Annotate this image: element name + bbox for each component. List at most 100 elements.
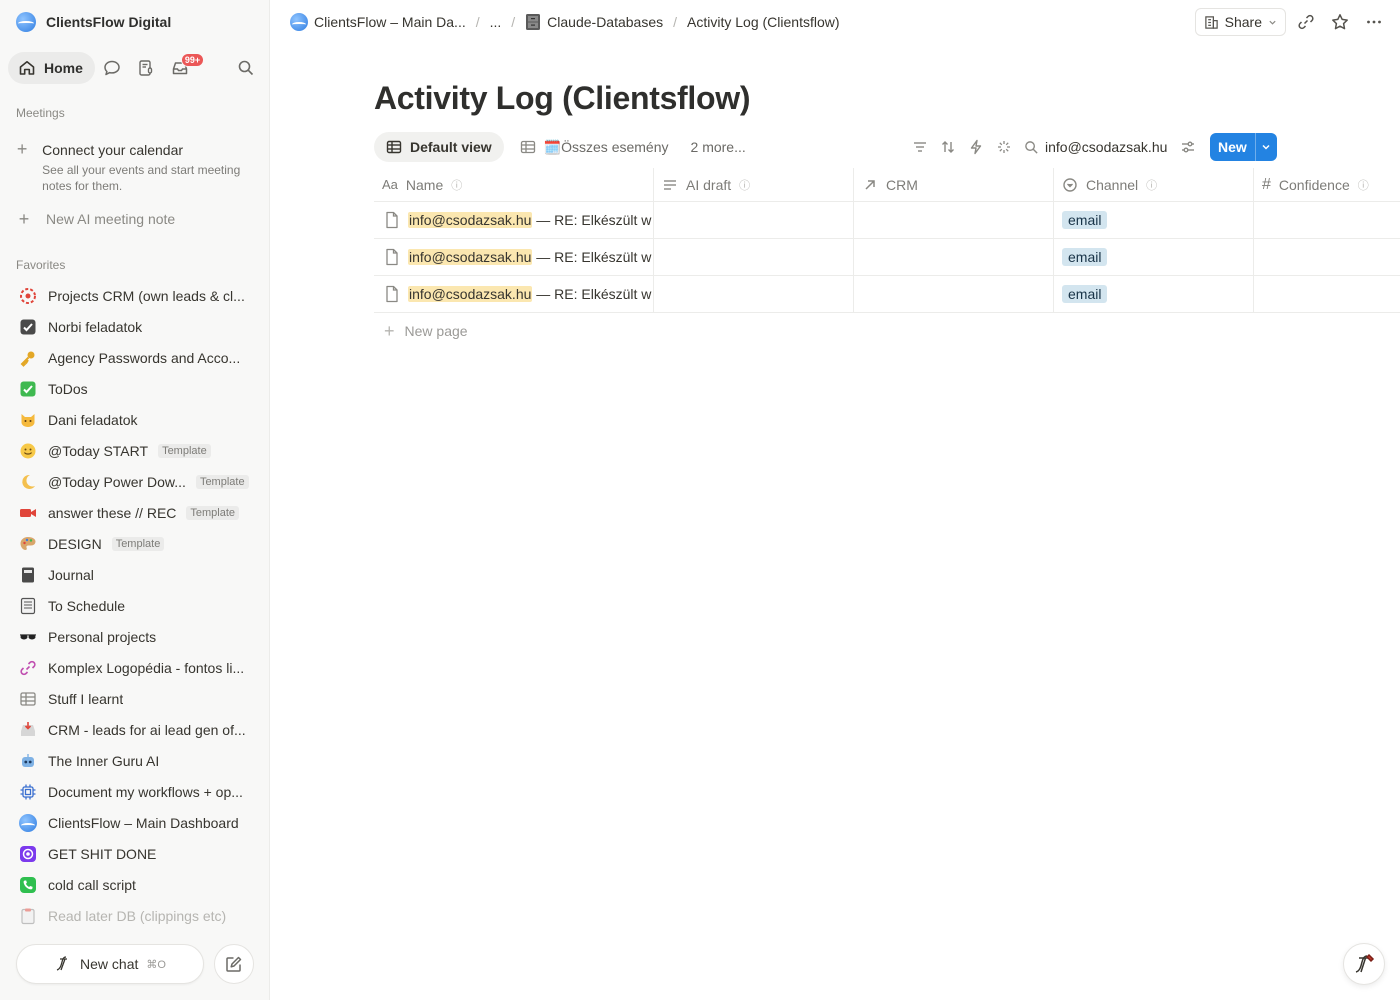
- share-label: Share: [1224, 14, 1262, 30]
- column-header-crm[interactable]: CRM: [854, 168, 1054, 201]
- favorite-item[interactable]: ClientsFlow – Main Dashboard: [8, 807, 262, 838]
- database-table: Aa Name ⓘ AI draft ⓘ CRM Channel ⓘ # Con…: [374, 168, 1400, 349]
- favorite-item[interactable]: Dani feladatok: [8, 404, 262, 435]
- view-settings-button[interactable]: [1174, 133, 1202, 161]
- page-title[interactable]: Activity Log (Clientsflow): [374, 80, 751, 117]
- breadcrumb-item[interactable]: Activity Log (Clientsflow): [687, 14, 840, 30]
- favorite-item[interactable]: CRM - leads for ai lead gen of...: [8, 714, 262, 745]
- top-bar-actions: Share: [1194, 8, 1388, 36]
- connect-calendar[interactable]: + Connect your calendar See all your eve…: [16, 140, 256, 194]
- ai-autofill-button[interactable]: [990, 133, 1018, 161]
- favorite-item[interactable]: GET SHIT DONE: [8, 838, 262, 869]
- ai-assistant-button[interactable]: [1343, 943, 1385, 985]
- favorite-button[interactable]: [1326, 8, 1354, 36]
- favorite-item[interactable]: Document my workflows + op...: [8, 776, 262, 807]
- sort-button[interactable]: [934, 133, 962, 161]
- new-button[interactable]: New: [1210, 133, 1277, 161]
- workspace-switcher[interactable]: ClientsFlow Digital: [16, 10, 171, 34]
- breadcrumb-label: Activity Log (Clientsflow): [687, 14, 840, 30]
- compose-button[interactable]: [214, 944, 254, 984]
- new-button-label: New: [1218, 139, 1247, 155]
- favorite-item[interactable]: To Schedule: [8, 590, 262, 621]
- favorite-label: To Schedule: [48, 597, 126, 614]
- favorite-item[interactable]: Projects CRM (own leads & cl...: [8, 280, 262, 311]
- smiley-icon: [18, 441, 38, 461]
- crm-cell[interactable]: [854, 276, 1054, 312]
- favorite-label: @Today Power Dow...: [48, 473, 186, 490]
- favorite-item[interactable]: cold call script: [8, 869, 262, 900]
- crm-cell[interactable]: [854, 239, 1054, 275]
- ai-draft-cell[interactable]: [654, 239, 854, 275]
- favorite-item[interactable]: Komplex Logopédia - fontos li...: [8, 652, 262, 683]
- ai-meeting-button[interactable]: [129, 52, 163, 84]
- select-icon: [1063, 177, 1077, 192]
- new-chat-button[interactable]: New chat ⌘O: [16, 944, 204, 984]
- page-icon: [386, 248, 398, 266]
- home-button[interactable]: Home: [8, 52, 95, 84]
- name-cell[interactable]: info@csodazsak.hu — RE: Elkészült w: [374, 239, 654, 275]
- favorite-item[interactable]: Journal: [8, 559, 262, 590]
- favorite-item[interactable]: The Inner Guru AI: [8, 745, 262, 776]
- favorite-label: Read later DB (clippings etc): [48, 907, 227, 924]
- crm-cell[interactable]: [854, 202, 1054, 238]
- search-input[interactable]: info@csodazsak.hu: [1024, 139, 1174, 155]
- search-button[interactable]: [230, 52, 262, 84]
- favorite-item[interactable]: DESIGN Template: [8, 528, 262, 559]
- new-ai-meeting-note[interactable]: + New AI meeting note: [16, 209, 175, 229]
- favorite-item[interactable]: ToDos: [8, 373, 262, 404]
- breadcrumb-item[interactable]: ...: [490, 14, 502, 30]
- number-icon: #: [1262, 175, 1271, 193]
- table-row[interactable]: info@csodazsak.hu — RE: Elkészült w emai…: [374, 239, 1400, 276]
- favorite-item[interactable]: Read later DB (clippings etc): [8, 900, 262, 931]
- favorite-item[interactable]: @Today Power Dow... Template: [8, 466, 262, 497]
- channel-cell[interactable]: email: [1054, 239, 1254, 275]
- ai-draft-cell[interactable]: [654, 276, 854, 312]
- tab-osszes-esemeny[interactable]: 🗓️Összes esemény: [520, 139, 669, 156]
- confidence-cell[interactable]: [1254, 202, 1400, 238]
- column-header-ai-draft[interactable]: AI draft ⓘ: [654, 168, 854, 201]
- copy-link-button[interactable]: [1292, 8, 1320, 36]
- favorite-item[interactable]: @Today START Template: [8, 435, 262, 466]
- table-row[interactable]: info@csodazsak.hu — RE: Elkészült w emai…: [374, 202, 1400, 239]
- share-button[interactable]: Share: [1194, 8, 1286, 36]
- new-page-row[interactable]: + New page: [374, 313, 1400, 349]
- column-header-confidence[interactable]: # Confidence ⓘ: [1254, 168, 1400, 201]
- new-chat-label: New chat: [80, 956, 139, 972]
- favorite-item[interactable]: Norbi feladatok: [8, 311, 262, 342]
- breadcrumb-item[interactable]: ClientsFlow – Main Da...: [290, 13, 466, 31]
- moon-icon: [18, 472, 38, 492]
- chat-button[interactable]: [95, 52, 129, 84]
- favorite-label: Personal projects: [48, 628, 157, 645]
- favorite-item[interactable]: Stuff I learnt: [8, 683, 262, 714]
- inbox-button[interactable]: 99+: [163, 52, 205, 84]
- confidence-cell[interactable]: [1254, 239, 1400, 275]
- workspace-name: ClientsFlow Digital: [46, 14, 172, 30]
- table-row[interactable]: info@csodazsak.hu — RE: Elkészült w emai…: [374, 276, 1400, 313]
- name-cell[interactable]: info@csodazsak.hu — RE: Elkészült w: [374, 202, 654, 238]
- meetings-section-label: Meetings: [16, 106, 65, 120]
- column-header-name[interactable]: Aa Name ⓘ: [374, 168, 654, 201]
- tab-default-view[interactable]: Default view: [374, 132, 504, 162]
- more-options-button[interactable]: [1360, 8, 1388, 36]
- favorite-item[interactable]: Personal projects: [8, 621, 262, 652]
- favorite-label: CRM - leads for ai lead gen of...: [48, 721, 246, 738]
- favorite-item[interactable]: answer these // REC Template: [8, 497, 262, 528]
- confidence-cell[interactable]: [1254, 276, 1400, 312]
- top-bar: ClientsFlow – Main Da... / ... / Claude-…: [270, 0, 1400, 44]
- channel-cell[interactable]: email: [1054, 276, 1254, 312]
- name-cell[interactable]: info@csodazsak.hu — RE: Elkészült w: [374, 276, 654, 312]
- column-header-channel[interactable]: Channel ⓘ: [1054, 168, 1254, 201]
- more-views-button[interactable]: 2 more...: [691, 139, 746, 155]
- new-dropdown-button[interactable]: [1254, 133, 1277, 161]
- palette-icon: [18, 534, 38, 554]
- automation-button[interactable]: [962, 133, 990, 161]
- favorite-label: answer these // REC: [48, 504, 177, 521]
- favorite-item[interactable]: Agency Passwords and Acco...: [8, 342, 262, 373]
- filter-button[interactable]: [906, 133, 934, 161]
- ai-draft-cell[interactable]: [654, 202, 854, 238]
- chip-icon: [18, 782, 38, 802]
- connect-calendar-subtitle: See all your events and start meeting no…: [42, 163, 241, 193]
- channel-cell[interactable]: email: [1054, 202, 1254, 238]
- column-label: Confidence: [1278, 176, 1350, 193]
- breadcrumb-item[interactable]: Claude-Databases: [525, 13, 663, 31]
